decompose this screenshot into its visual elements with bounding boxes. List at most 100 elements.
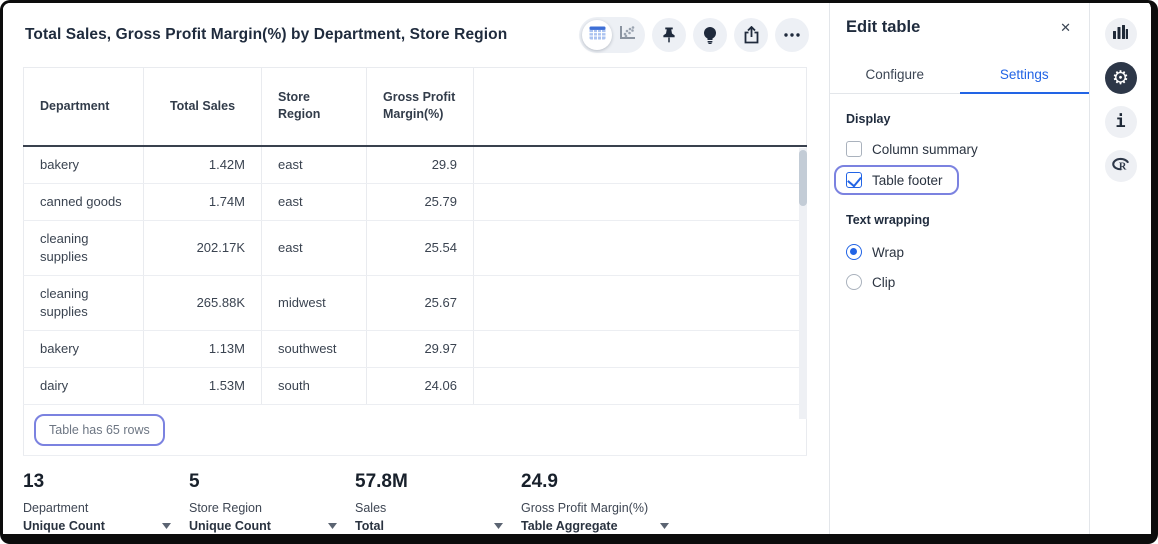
info-button[interactable]: i <box>1105 106 1137 138</box>
data-table: Department Total Sales Store Region Gros… <box>23 67 807 456</box>
lightbulb-icon <box>702 26 718 44</box>
summary-aggregate: Total <box>355 518 384 534</box>
explain-button[interactable] <box>693 18 727 52</box>
pin-button[interactable] <box>652 18 686 52</box>
column-header-total-sales[interactable]: Total Sales <box>144 68 262 146</box>
edit-table-panel: Edit table ✕ Configure Settings Display … <box>829 3 1089 534</box>
summary-value: 57.8M <box>355 471 503 493</box>
cell-store-region[interactable]: southwest <box>262 330 367 367</box>
wrap-radio-row[interactable]: Wrap <box>846 237 1073 267</box>
table-row: canned goods 1.74M east 25.79 <box>24 183 807 220</box>
panel-title: Edit table <box>846 18 920 37</box>
right-icon-rail: ⚙ i R <box>1089 3 1151 534</box>
share-icon <box>743 26 760 44</box>
cell-total-sales[interactable]: 265.88K <box>144 275 262 330</box>
table-icon <box>589 26 606 45</box>
radio-label: Clip <box>872 275 895 290</box>
cell-department[interactable]: cleaning supplies <box>24 275 144 330</box>
cell-empty <box>474 330 807 367</box>
table-row: bakery 1.13M southwest 29.97 <box>24 330 807 367</box>
cell-gross-profit-margin[interactable]: 24.06 <box>367 367 474 404</box>
summary-column: Sales <box>355 500 503 516</box>
summary-aggregate: Unique Count <box>23 518 105 534</box>
text-wrapping-section-label: Text wrapping <box>846 213 1073 227</box>
summary-cards: 13 Department Unique Count 5 Store Regio… <box>23 471 829 544</box>
summary-aggregate: Table Aggregate <box>521 518 618 534</box>
cell-gross-profit-margin[interactable]: 25.54 <box>367 220 474 275</box>
element-toolbar <box>579 17 809 53</box>
bar-chart-icon <box>1113 25 1128 44</box>
summary-column: Gross Profit Margin(%) <box>521 500 669 516</box>
cell-empty <box>474 367 807 404</box>
table-row: cleaning supplies 265.88K midwest 25.67 <box>24 275 807 330</box>
display-section-label: Display <box>846 112 1073 126</box>
chevron-down-icon[interactable] <box>494 523 503 529</box>
cell-total-sales[interactable]: 1.13M <box>144 330 262 367</box>
chevron-down-icon[interactable] <box>660 523 669 529</box>
export-button[interactable] <box>734 18 768 52</box>
gear-icon: ⚙ <box>1112 69 1129 88</box>
tab-configure[interactable]: Configure <box>830 59 960 94</box>
clip-radio-row[interactable]: Clip <box>846 267 1073 297</box>
cell-gross-profit-margin[interactable]: 25.67 <box>367 275 474 330</box>
cell-empty <box>474 275 807 330</box>
column-summary-checkbox-row[interactable]: Column summary <box>846 136 1073 162</box>
table-footer-text: Table has 65 rows <box>34 414 165 446</box>
more-button[interactable] <box>775 18 809 52</box>
summary-aggregate: Unique Count <box>189 518 271 534</box>
summary-value: 13 <box>23 471 171 493</box>
cell-empty <box>474 220 807 275</box>
table-header-row: Department Total Sales Store Region Gros… <box>24 68 807 146</box>
chevron-down-icon[interactable] <box>162 523 171 529</box>
svg-text:R: R <box>1119 161 1127 171</box>
ellipsis-icon <box>784 33 800 37</box>
cell-department[interactable]: bakery <box>24 146 144 184</box>
cell-total-sales[interactable]: 202.17K <box>144 220 262 275</box>
cell-department[interactable]: canned goods <box>24 183 144 220</box>
cell-gross-profit-margin[interactable]: 25.79 <box>367 183 474 220</box>
cell-store-region[interactable]: east <box>262 146 367 184</box>
summary-card-department: 13 Department Unique Count <box>23 471 171 544</box>
element-title: Total Sales, Gross Profit Margin(%) by D… <box>25 26 507 44</box>
column-header-gross-profit-margin[interactable]: Gross Profit Margin(%) <box>367 68 474 146</box>
cell-department[interactable]: cleaning supplies <box>24 220 144 275</box>
cell-department[interactable]: bakery <box>24 330 144 367</box>
table-scrollbar-thumb[interactable] <box>799 150 807 206</box>
column-header-store-region[interactable]: Store Region <box>262 68 367 146</box>
tab-settings[interactable]: Settings <box>960 59 1090 94</box>
table-view-button[interactable] <box>582 20 612 50</box>
checkbox-unchecked-icon[interactable] <box>846 141 862 157</box>
chevron-down-icon[interactable] <box>328 523 337 529</box>
r-logo-icon: R <box>1111 156 1130 177</box>
cell-department[interactable]: dairy <box>24 367 144 404</box>
r-language-button[interactable]: R <box>1105 150 1137 182</box>
cell-total-sales[interactable]: 1.53M <box>144 367 262 404</box>
pin-icon <box>660 26 678 44</box>
table-row: cleaning supplies 202.17K east 25.54 <box>24 220 807 275</box>
info-icon: i <box>1115 112 1125 132</box>
cell-gross-profit-margin[interactable]: 29.9 <box>367 146 474 184</box>
close-icon[interactable]: ✕ <box>1058 19 1073 36</box>
cell-store-region[interactable]: east <box>262 220 367 275</box>
chart-elements-button[interactable] <box>1105 18 1137 50</box>
cell-store-region[interactable]: east <box>262 183 367 220</box>
settings-button[interactable]: ⚙ <box>1105 62 1137 94</box>
app-window: Total Sales, Gross Profit Margin(%) by D… <box>0 0 1158 544</box>
checkbox-checked-icon[interactable] <box>846 172 862 188</box>
column-header-department[interactable]: Department <box>24 68 144 146</box>
checkbox-label: Column summary <box>872 142 978 157</box>
chart-view-button[interactable] <box>612 20 642 50</box>
cell-total-sales[interactable]: 1.74M <box>144 183 262 220</box>
summary-value: 24.9 <box>521 471 669 493</box>
radio-unselected-icon[interactable] <box>846 274 862 290</box>
cell-total-sales[interactable]: 1.42M <box>144 146 262 184</box>
cell-store-region[interactable]: midwest <box>262 275 367 330</box>
table-footer-checkbox-row[interactable]: Table footer <box>834 165 959 195</box>
table-row: bakery 1.42M east 29.9 <box>24 146 807 184</box>
summary-card-store-region: 5 Store Region Unique Count <box>189 471 337 544</box>
table-footer-row: Table has 65 rows <box>24 404 807 455</box>
cell-gross-profit-margin[interactable]: 29.97 <box>367 330 474 367</box>
cell-store-region[interactable]: south <box>262 367 367 404</box>
radio-selected-icon[interactable] <box>846 244 862 260</box>
summary-card-sales: 57.8M Sales Total <box>355 471 503 544</box>
